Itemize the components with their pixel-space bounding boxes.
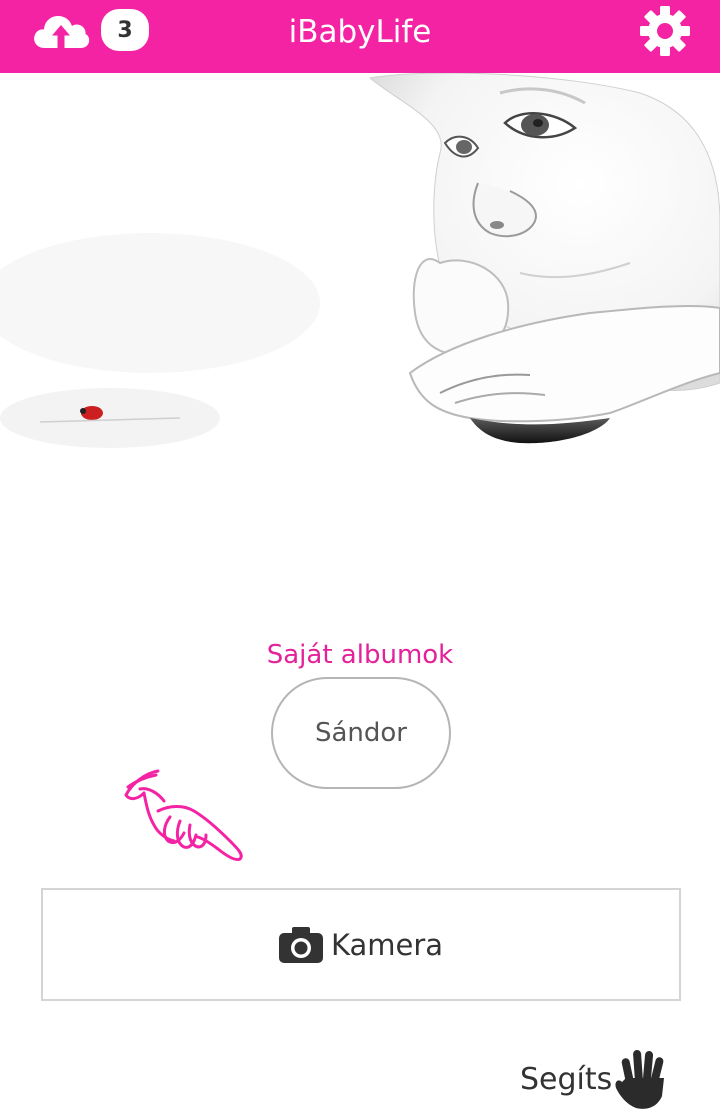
upload-button[interactable] [31,10,91,52]
settings-button[interactable] [639,5,691,57]
hero-image [0,73,720,513]
pointing-hand-icon [118,763,258,868]
pending-upload-count-badge[interactable]: 3 [101,9,149,51]
gear-icon [640,6,690,56]
top-bar: 3 iBabyLife [0,0,720,73]
cloud-upload-icon [34,16,90,48]
help-label: Segíts [520,1061,613,1097]
help-button[interactable]: Segíts [520,1044,690,1114]
album-item[interactable]: Sándor [271,677,451,789]
albums-heading: Saját albumok [266,640,454,670]
camera-label: Kamera [330,927,444,962]
camera-button[interactable]: Kamera [41,888,681,1001]
camera-icon [278,926,323,963]
hand-icon [615,1050,665,1109]
